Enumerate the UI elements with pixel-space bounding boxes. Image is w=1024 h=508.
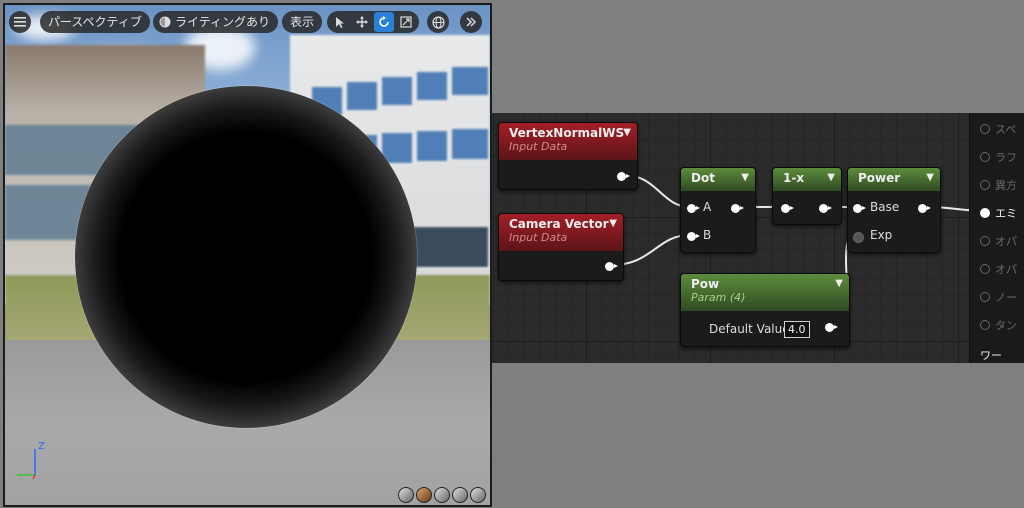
select-arrow-icon[interactable] bbox=[330, 12, 350, 32]
sphere-preview-icon[interactable] bbox=[416, 487, 432, 503]
node-camera-vector[interactable]: Camera Vector Input Data ▼ bbox=[498, 213, 624, 281]
globe-icon bbox=[427, 11, 449, 33]
material-input-row[interactable]: タン bbox=[980, 317, 1017, 333]
material-input-row[interactable]: ノー bbox=[980, 289, 1017, 305]
node-title: Dot bbox=[691, 171, 715, 185]
menu-button[interactable] bbox=[9, 11, 31, 33]
rotate-icon[interactable] bbox=[374, 12, 394, 32]
node-title: Pow bbox=[691, 277, 720, 291]
double-chevron-right-icon bbox=[460, 11, 482, 33]
output-pin[interactable] bbox=[819, 204, 832, 213]
view-mode-label: パースペクティブ bbox=[48, 15, 142, 29]
material-input-row[interactable]: オパ bbox=[980, 261, 1017, 277]
node-dot[interactable]: Dot ▼ A B bbox=[680, 167, 756, 253]
pin-label-b: B bbox=[703, 228, 712, 242]
input-pin-b[interactable] bbox=[687, 232, 700, 241]
show-button[interactable]: 表示 bbox=[282, 11, 323, 33]
material-input-row[interactable]: オパ bbox=[980, 233, 1017, 249]
default-value-input[interactable]: 4.0 bbox=[784, 321, 810, 338]
node-title: 1-x bbox=[783, 171, 805, 185]
material-input-row[interactable]: 異方 bbox=[980, 177, 1017, 193]
node-power[interactable]: Power ▼ Base Exp bbox=[847, 167, 941, 253]
hamburger-icon bbox=[9, 11, 31, 33]
teapot-preview-icon[interactable] bbox=[470, 487, 486, 503]
cylinder-preview-icon[interactable] bbox=[398, 487, 414, 503]
material-output-node: スペ ラフ 異方 エミ オパ オパ ノー タン ワー bbox=[969, 113, 1024, 363]
chevron-down-icon[interactable]: ▼ bbox=[623, 127, 631, 138]
material-input-row[interactable]: スペ bbox=[980, 121, 1016, 137]
viewport[interactable]: パースペクティブ ライティングあり 表示 Z bbox=[3, 3, 492, 507]
input-pin-a[interactable] bbox=[687, 204, 700, 213]
node-subtitle: Param (4) bbox=[691, 291, 746, 304]
node-title: Camera Vector bbox=[509, 217, 609, 231]
preview-sphere[interactable] bbox=[75, 86, 417, 428]
world-local-button[interactable] bbox=[427, 11, 449, 33]
node-one-minus[interactable]: 1-x ▼ bbox=[772, 167, 842, 225]
chevron-down-icon[interactable]: ▼ bbox=[827, 172, 835, 183]
node-vertex-normal-ws[interactable]: VertexNormalWS Input Data ▼ bbox=[498, 122, 638, 190]
show-label: 表示 bbox=[290, 15, 315, 29]
output-pin[interactable] bbox=[605, 262, 618, 271]
lighting-icon bbox=[157, 11, 173, 33]
node-pow-param[interactable]: Pow Param (4) ▼ Default Value 4.0 bbox=[680, 273, 850, 347]
output-pin[interactable] bbox=[918, 204, 931, 213]
chevron-down-icon[interactable]: ▼ bbox=[926, 172, 934, 183]
chevron-down-icon[interactable]: ▼ bbox=[609, 218, 617, 229]
move-icon[interactable] bbox=[352, 12, 372, 32]
material-input-row-emissive[interactable]: エミ bbox=[980, 205, 1017, 221]
pin-label-base: Base bbox=[870, 200, 900, 214]
material-input-row[interactable]: ワー bbox=[980, 347, 1002, 363]
transform-tools bbox=[327, 11, 419, 33]
axis-z-label: Z bbox=[38, 441, 45, 452]
output-pin[interactable] bbox=[617, 172, 630, 181]
input-pin-base[interactable] bbox=[853, 204, 866, 213]
more-options-button[interactable] bbox=[460, 11, 482, 33]
node-subtitle: Input Data bbox=[509, 140, 568, 153]
plane-preview-icon[interactable] bbox=[434, 487, 450, 503]
node-title: Power bbox=[858, 171, 901, 185]
input-pin[interactable] bbox=[781, 204, 794, 213]
default-value-label: Default Value bbox=[709, 322, 790, 336]
node-subtitle: Input Data bbox=[509, 231, 568, 244]
output-pin[interactable] bbox=[825, 323, 838, 332]
pin-label-exp: Exp bbox=[870, 228, 893, 242]
material-input-row[interactable]: ラフ bbox=[980, 149, 1017, 165]
pin-label-a: A bbox=[703, 200, 712, 214]
lighting-button[interactable]: ライティングあり bbox=[153, 11, 279, 33]
chevron-down-icon[interactable]: ▼ bbox=[835, 278, 843, 289]
lighting-label: ライティングあり bbox=[175, 15, 271, 29]
material-graph[interactable]: VertexNormalWS Input Data ▼ Camera Vecto… bbox=[492, 113, 1024, 363]
chevron-down-icon[interactable]: ▼ bbox=[741, 172, 749, 183]
scale-icon[interactable] bbox=[396, 12, 416, 32]
output-pin[interactable] bbox=[731, 204, 744, 213]
cube-preview-icon[interactable] bbox=[452, 487, 468, 503]
view-mode-button[interactable]: パースペクティブ bbox=[40, 11, 150, 33]
preview-shape-buttons bbox=[398, 487, 486, 503]
axis-gizmo: Z bbox=[13, 441, 53, 481]
node-title: VertexNormalWS bbox=[509, 126, 625, 140]
input-pin-exp[interactable] bbox=[853, 232, 864, 243]
